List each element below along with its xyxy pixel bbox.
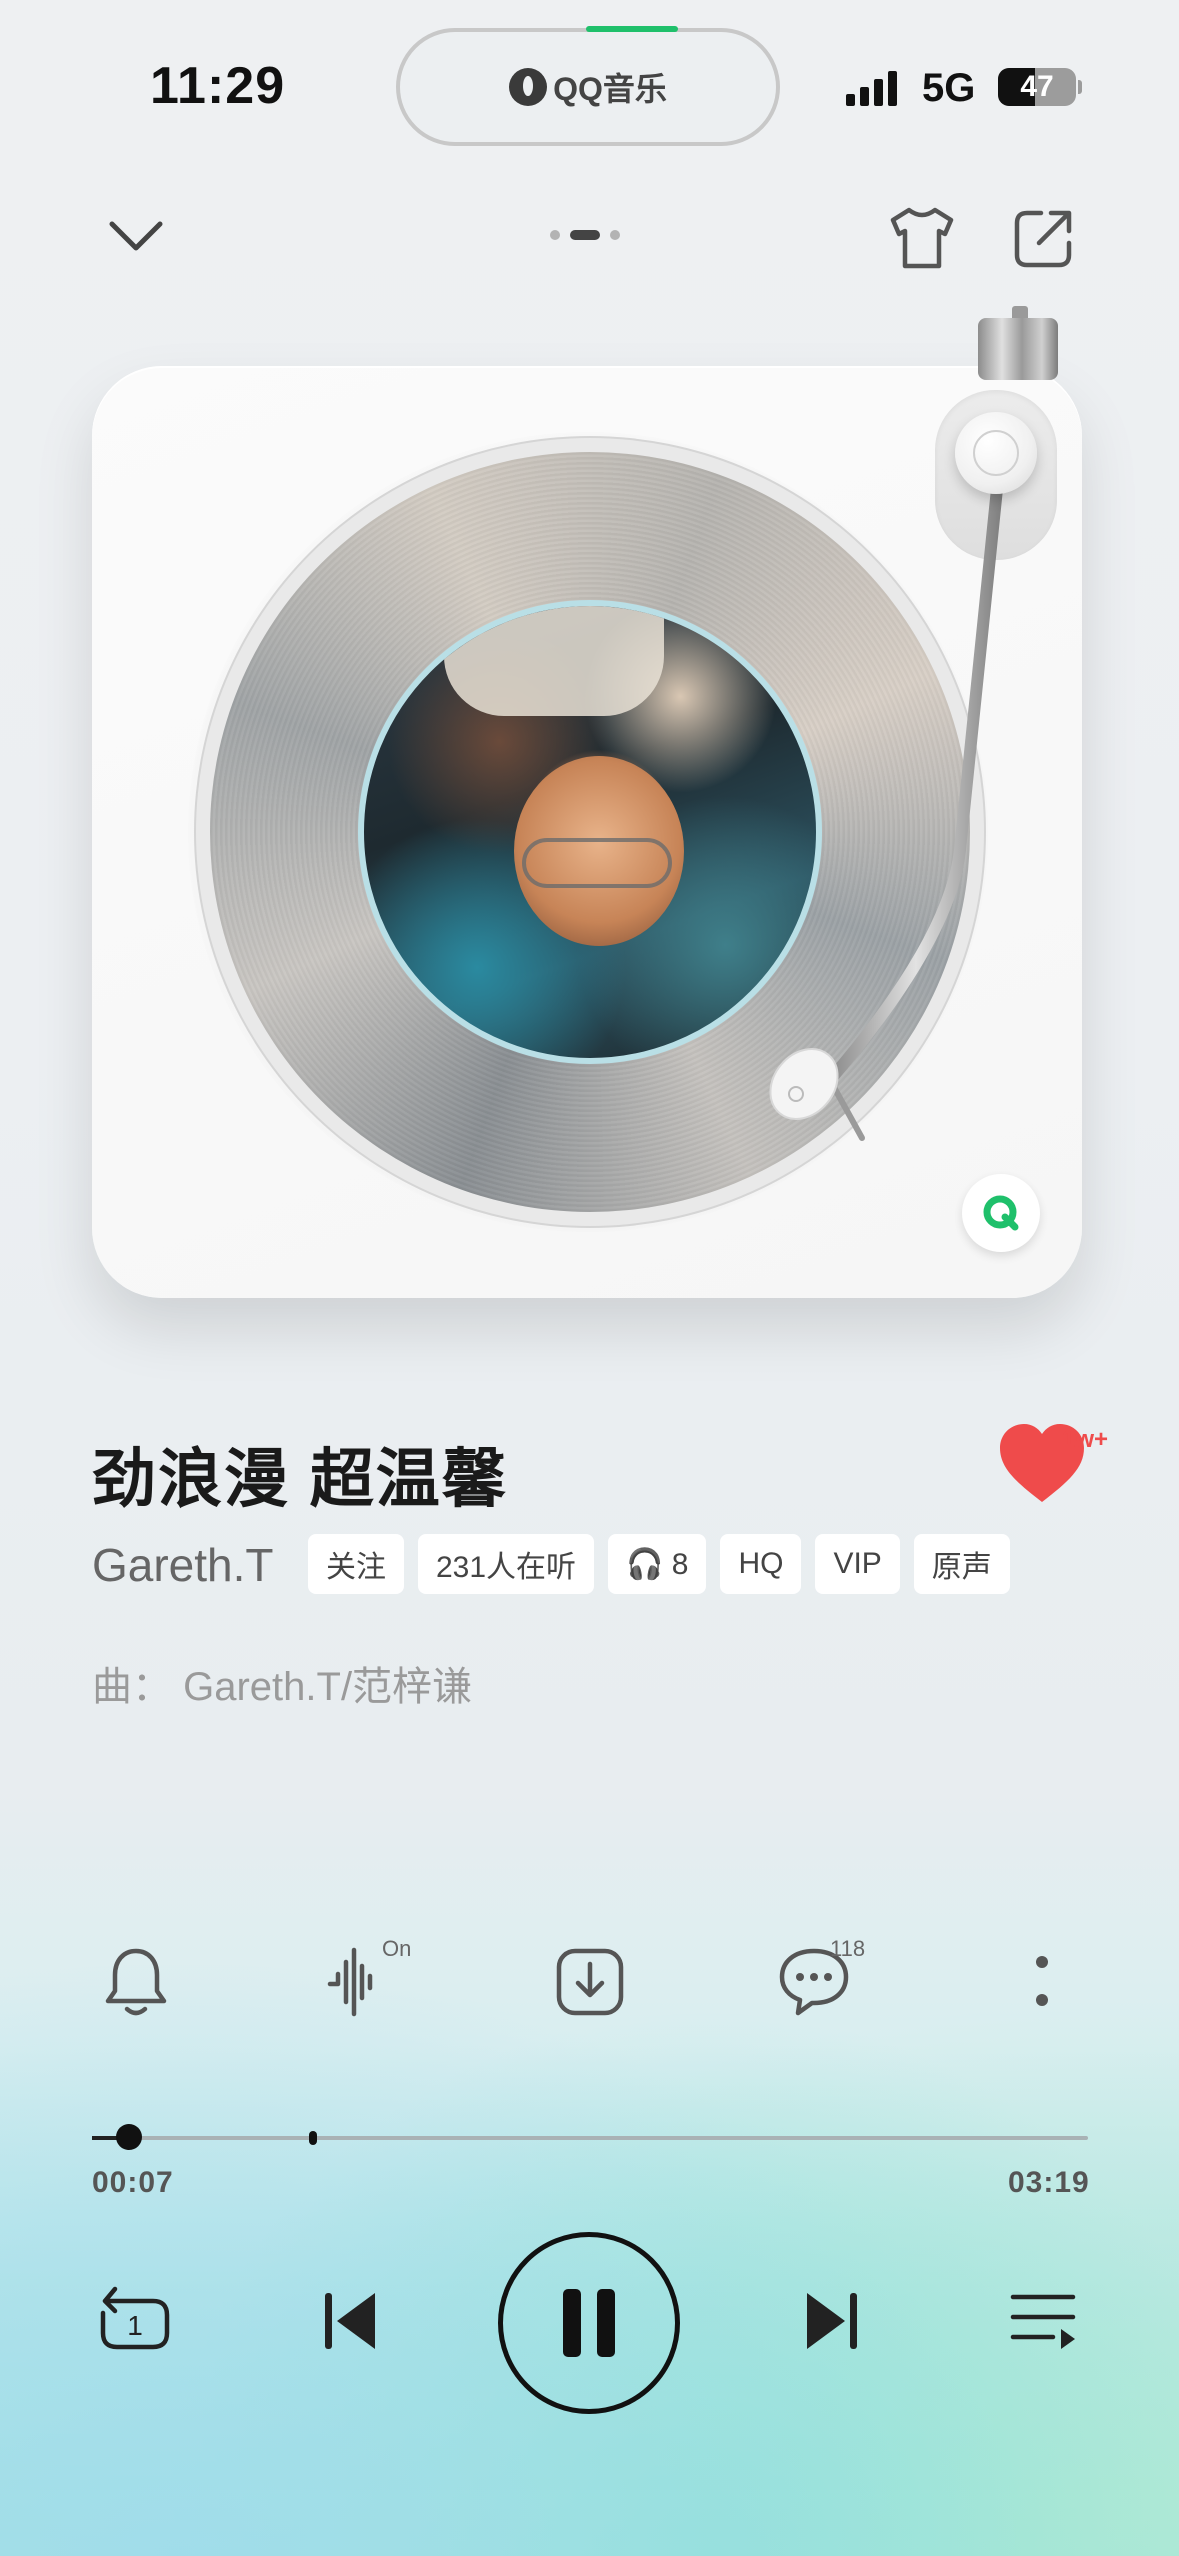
progress-marker [309, 2131, 317, 2145]
dynamic-island[interactable]: QQ音乐 [396, 28, 780, 146]
pause-icon [563, 2289, 615, 2357]
like-count: 1w+ [1062, 1426, 1109, 1453]
battery-icon: 47 [998, 68, 1076, 106]
total-time: 03:19 [1008, 2166, 1090, 2199]
q-logo-icon [962, 1174, 1040, 1252]
song-title: 劲浪漫 超温馨 [92, 1443, 508, 1515]
battery-tip [1078, 80, 1082, 94]
island-app-name: QQ音乐 [553, 71, 667, 107]
download-icon[interactable] [540, 1932, 640, 2032]
composer-credit: 曲： Gareth.T/范梓谦 [92, 1665, 473, 1709]
signal-icon [846, 70, 897, 106]
progress-thumb[interactable] [115, 2124, 142, 2150]
playlist-icon[interactable] [998, 2276, 1088, 2366]
artist-name[interactable]: Gareth.T [92, 1538, 274, 1592]
comment-count: 118 [830, 1936, 866, 1961]
listeners-tag[interactable]: 231人在听 [418, 1534, 595, 1594]
network-type: 5G [922, 66, 976, 110]
follow-button[interactable]: 关注 [308, 1534, 404, 1594]
song-tags: 关注 231人在听 🎧 8 HQ VIP 原声 [308, 1534, 1010, 1594]
repeat-one-icon[interactable]: 1 [90, 2276, 180, 2366]
current-time: 00:07 [92, 2166, 174, 2199]
bell-icon[interactable] [86, 1932, 186, 2032]
previous-track-icon[interactable] [306, 2276, 396, 2366]
qq-music-logo-icon [509, 68, 548, 106]
progress-track[interactable] [92, 2136, 1088, 2140]
chevron-down-icon[interactable] [100, 200, 172, 272]
play-pause-button[interactable] [498, 2232, 680, 2414]
tonearm-counterweight [978, 318, 1058, 380]
headphone-tag[interactable]: 🎧 8 [608, 1534, 707, 1594]
original-tag[interactable]: 原声 [913, 1534, 1010, 1594]
more-vertical-icon[interactable] [992, 1932, 1092, 2032]
page-dot [550, 230, 560, 240]
cover-glasses [522, 838, 672, 888]
hq-tag[interactable]: HQ [720, 1534, 802, 1594]
repeat-mode-label: 1 [127, 2310, 143, 2341]
tonearm-pivot-ring [973, 430, 1019, 476]
battery-level: 47 [1020, 70, 1054, 103]
effect-on-badge: On [382, 1936, 412, 1961]
vip-tag[interactable]: VIP [815, 1534, 900, 1594]
share-icon[interactable] [1006, 200, 1082, 276]
page-dot-active [570, 230, 600, 240]
tonearm[interactable] [740, 380, 1040, 1160]
status-time: 11:29 [150, 57, 286, 115]
page-dot [610, 230, 620, 240]
page-indicator [550, 230, 620, 240]
next-track-icon[interactable] [786, 2276, 876, 2366]
tonearm-pivot [955, 412, 1037, 494]
tshirt-icon[interactable] [884, 200, 960, 276]
cover-shirt [444, 606, 664, 716]
island-progress-indicator [586, 26, 678, 32]
